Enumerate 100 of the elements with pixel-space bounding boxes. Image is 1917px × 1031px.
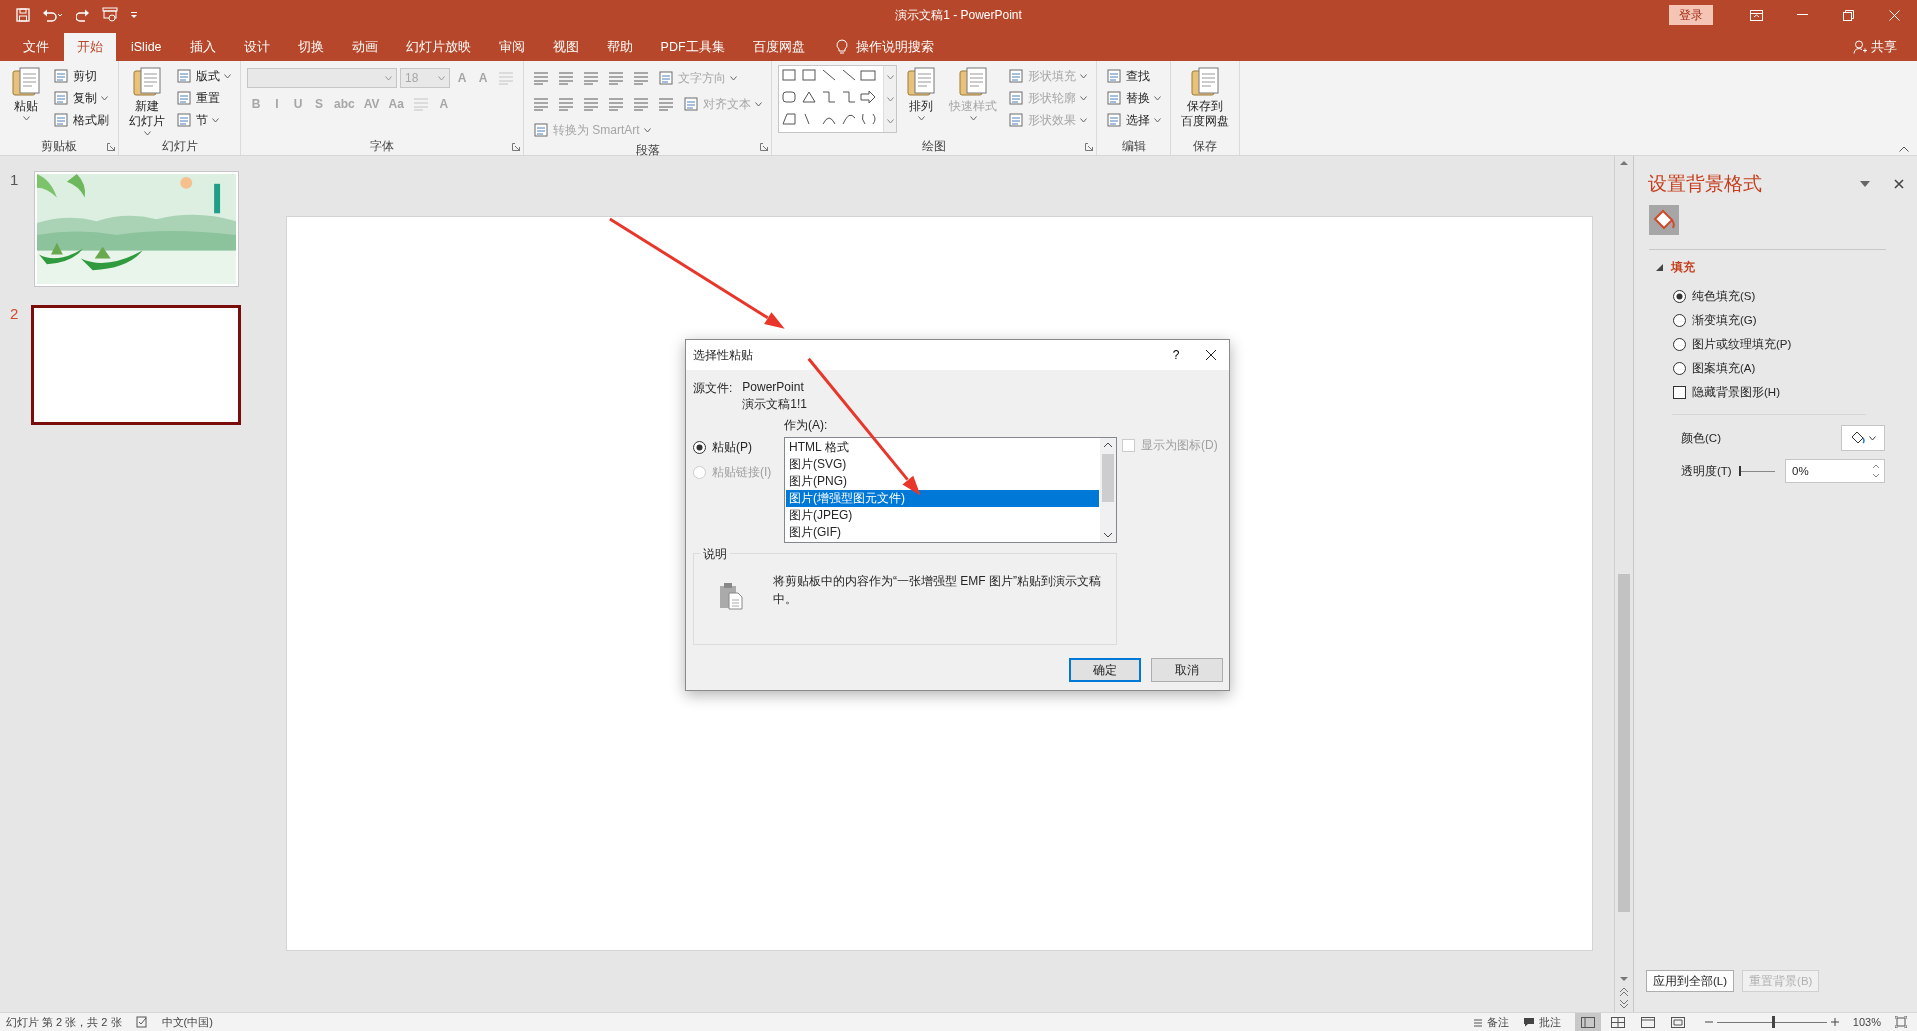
document-icon (957, 65, 989, 97)
lines-icon (633, 97, 649, 111)
pane-button[interactable]: 应用到全部(L) (1646, 970, 1735, 992)
minimize-icon[interactable] (1796, 14, 1808, 16)
fill-tab[interactable] (1649, 205, 1679, 235)
language-label[interactable]: 中文(中国) (161, 1014, 213, 1030)
list-item[interactable]: HTML 格式 (786, 439, 1099, 456)
ribbon-button[interactable]: 查找 (1103, 65, 1164, 87)
ribbon-tab[interactable]: 文件 (10, 33, 62, 61)
group-label: 幻灯片 (161, 139, 198, 154)
lines-icon (533, 97, 549, 111)
list-item[interactable]: 图片(增强型图元文件) (786, 490, 1099, 507)
zoom-level[interactable]: 103% (1852, 1016, 1881, 1028)
save-icon[interactable] (16, 8, 30, 22)
page-icon (176, 68, 192, 84)
login-button[interactable]: 登录 (1669, 5, 1713, 25)
ribbon-tab[interactable]: iSlide (118, 33, 175, 61)
scrollbar-thumb[interactable] (1102, 454, 1114, 502)
slide-thumbnail[interactable] (31, 305, 241, 425)
ribbon-button[interactable]: 新建 幻灯片 (125, 65, 169, 136)
comments-button[interactable]: 批注 (1538, 1014, 1561, 1030)
list-item[interactable]: 图片(SVG) (786, 456, 1099, 473)
notes-button[interactable]: 备注 (1486, 1014, 1509, 1030)
customize-icon[interactable] (130, 11, 138, 19)
collapse-icon[interactable] (1899, 146, 1909, 152)
radio-button[interactable] (1673, 290, 1686, 303)
presentation-icon[interactable] (102, 7, 118, 23)
ribbon-button[interactable]: 格式刷 (50, 109, 112, 131)
pane-options-icon[interactable] (1860, 181, 1870, 187)
group-label: 绘图 (922, 139, 946, 154)
ribbon-tab[interactable]: 帮助 (593, 33, 646, 61)
close-icon[interactable] (1205, 349, 1217, 361)
ribbon-tab[interactable]: 切换 (284, 33, 337, 61)
list-item[interactable]: 图片(PNG) (786, 473, 1099, 490)
page-icon (1106, 112, 1122, 128)
fit-slide-icon[interactable] (1895, 1016, 1907, 1028)
launcher-icon[interactable] (760, 143, 768, 151)
redo-icon[interactable] (76, 8, 90, 22)
radio-button[interactable] (1673, 338, 1686, 351)
view-button[interactable] (1574, 1013, 1601, 1031)
ribbon-button[interactable]: 粘贴 (6, 65, 46, 121)
caret-icon (385, 75, 392, 81)
checkbox[interactable] (1673, 386, 1686, 399)
ribbon-tab[interactable]: PDF工具集 (647, 33, 738, 61)
expand-triangle-icon[interactable] (1656, 264, 1663, 271)
undo-icon[interactable] (42, 8, 64, 22)
close-icon[interactable] (1894, 179, 1904, 189)
radio-label: 渐变填充(G) (1692, 313, 1757, 328)
ribbon-tab[interactable]: 设计 (230, 33, 283, 61)
shape-gallery[interactable] (778, 65, 897, 133)
launcher-icon[interactable] (512, 143, 520, 151)
list-item[interactable]: 图片(GIF) (786, 524, 1099, 541)
ribbon-button[interactable]: 节 (173, 109, 234, 131)
previous-slide-icon[interactable] (1619, 986, 1629, 998)
zoom-slider[interactable] (1716, 1016, 1827, 1028)
ribbon-button[interactable]: 剪切 (50, 65, 112, 87)
share-button[interactable]: 共享 (1871, 38, 1897, 56)
dialog-button[interactable]: 确定 (1069, 658, 1141, 682)
spellcheck-icon[interactable] (135, 1016, 148, 1028)
list-item[interactable]: 图片(JPEG) (786, 507, 1099, 524)
ribbon-button[interactable]: 选择 (1103, 109, 1164, 131)
section-heading[interactable]: 填充 (1671, 260, 1695, 275)
radio-button[interactable] (1673, 314, 1686, 327)
launcher-icon[interactable] (107, 143, 115, 151)
ribbon-tab[interactable]: 审阅 (485, 33, 538, 61)
dialog-button[interactable]: 取消 (1151, 658, 1223, 682)
ribbon-tab[interactable]: 百度网盘 (739, 33, 818, 61)
window-title: 演示文稿1 - PowerPoint (895, 6, 1022, 24)
ribbon-button[interactable]: 版式 (173, 65, 234, 87)
tell-me-search[interactable]: 操作说明搜索 (855, 38, 934, 56)
ribbon-button[interactable]: 替换 (1103, 87, 1164, 109)
help-button[interactable]: ? (1161, 347, 1191, 363)
ribbon-tab[interactable]: 开始 (64, 33, 116, 61)
radio-button[interactable] (693, 441, 706, 454)
color-picker[interactable] (1841, 425, 1885, 451)
zoom-in-icon[interactable] (1830, 1018, 1839, 1026)
zoom-out-icon[interactable] (1704, 1018, 1713, 1026)
lightbulb-icon (835, 39, 848, 55)
ribbon-display-icon[interactable] (1749, 9, 1763, 21)
spinner-icon[interactable] (1872, 463, 1880, 479)
ribbon-tab[interactable]: 动画 (338, 33, 391, 61)
group-label: 字体 (370, 139, 394, 154)
ribbon-button[interactable]: 复制 (50, 87, 112, 109)
transparency-slider[interactable] (1739, 465, 1775, 477)
ribbon-tab[interactable]: 幻灯片放映 (392, 33, 484, 61)
transparency-field[interactable]: 0% (1785, 459, 1885, 483)
radio-button[interactable] (1673, 362, 1686, 375)
scrollbar-thumb[interactable] (1618, 574, 1630, 912)
ribbon-button[interactable]: 重置 (173, 87, 234, 109)
checkbox-label: 显示为图标(D) (1141, 437, 1218, 454)
ribbon-button[interactable]: 保存到 百度网盘 (1177, 65, 1233, 129)
page-icon (1008, 112, 1024, 128)
page-icon (53, 112, 69, 128)
share-user-icon[interactable] (1853, 40, 1867, 54)
ribbon-button[interactable]: 排列 (901, 65, 941, 121)
ribbon-tab[interactable]: 视图 (539, 33, 592, 61)
document-icon (131, 65, 163, 97)
ribbon-tab[interactable]: 插入 (176, 33, 229, 61)
restore-icon[interactable] (1842, 9, 1854, 21)
launcher-icon[interactable] (1085, 143, 1093, 151)
